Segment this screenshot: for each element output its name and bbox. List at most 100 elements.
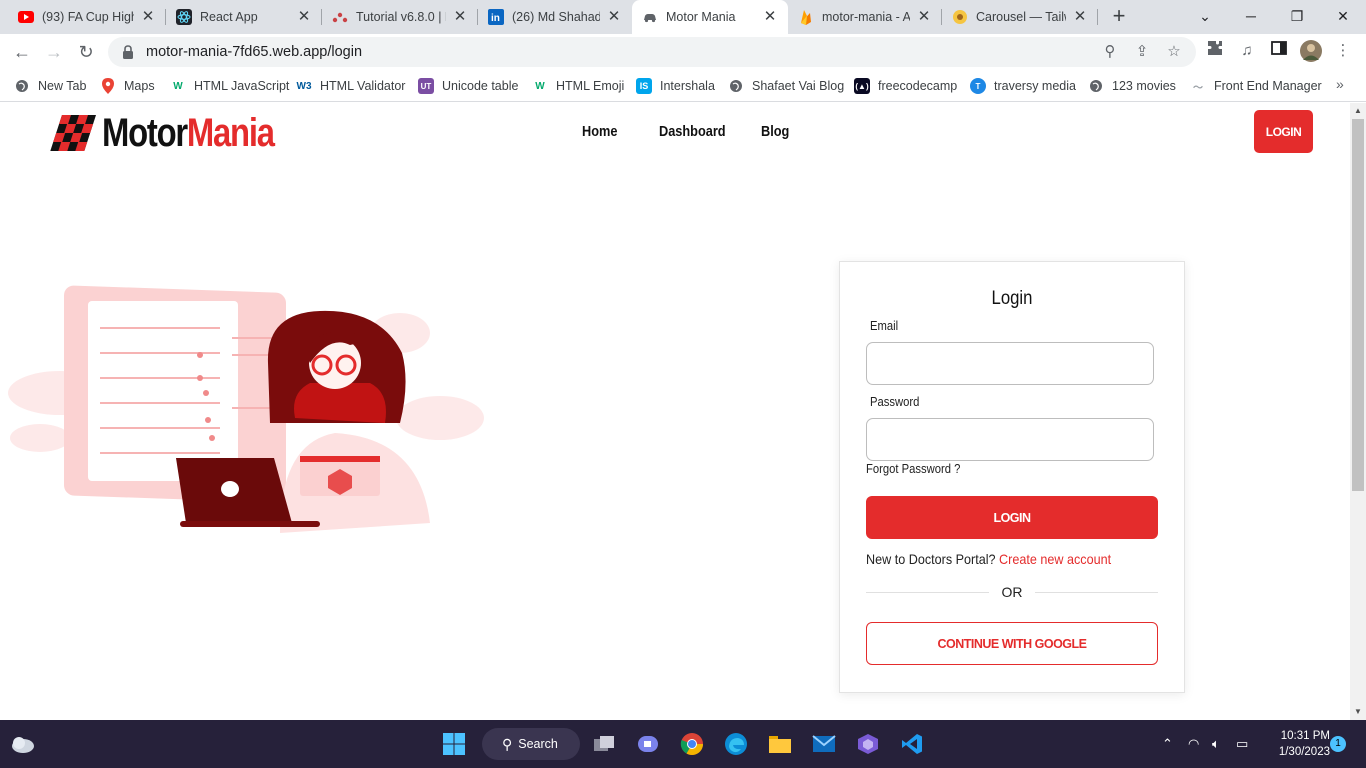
address-bar[interactable]: motor-mania-7fd65.web.app/login ⚲ ⇪ ☆ [108,37,1196,67]
extensions-icon[interactable] [1204,40,1226,62]
volume-icon[interactable]: 🔈︎ [1212,736,1220,752]
divider-line [1035,592,1158,593]
tab-title: (26) Md Shahada [512,10,600,24]
file-explorer-icon[interactable] [764,728,796,760]
globe-icon [728,78,744,94]
battery-icon[interactable]: ▭ [1236,736,1248,752]
svg-text:in: in [491,13,500,24]
notification-badge[interactable]: 1 [1330,736,1346,752]
tab-firebase[interactable]: motor-mania - A ✕ [788,0,942,34]
edge-icon[interactable] [720,728,752,760]
close-icon[interactable]: ✕ [140,9,156,25]
bookmark-item[interactable]: 〜 Front End Manager [1190,76,1322,96]
reload-icon[interactable]: ↻ [74,40,98,64]
tab-linkedin[interactable]: in (26) Md Shahada ✕ [478,0,632,34]
wifi-icon[interactable]: ◠ [1188,736,1199,752]
unicode-icon: UT [418,78,434,94]
new-tab-button[interactable]: + [1108,5,1130,28]
bookmark-item[interactable]: IS Intershala [636,76,715,96]
chrome-icon[interactable] [676,728,708,760]
bookmark-item[interactable]: Shafaet Vai Blog [728,76,844,96]
zoom-icon[interactable]: ⚲ [1100,42,1120,62]
internshala-icon: IS [636,78,652,94]
taskbar-search[interactable]: ⚲ Search [482,728,580,760]
nav-dashboard[interactable]: Dashboard [659,123,726,140]
scrollbar-thumb[interactable] [1352,119,1364,491]
create-account-link[interactable]: Create new account [999,551,1111,567]
mail-icon[interactable] [808,728,840,760]
login-illustration [8,285,484,533]
logo-text-mania: Mania [186,110,275,155]
close-icon[interactable]: ✕ [1072,9,1088,25]
site-logo[interactable]: MotorMania [50,111,311,155]
restore-button[interactable]: ❐ [1274,0,1320,34]
header-login-button[interactable]: LOGIN [1254,110,1313,153]
bookmark-item[interactable]: Maps [100,76,155,96]
bookmark-item[interactable]: Ttraversy media [970,76,1076,96]
freecodecamp-icon: (▲) [854,78,870,94]
share-icon[interactable]: ⇪ [1132,42,1152,62]
bookmarks-overflow-icon[interactable]: » [1336,76,1344,92]
taskbar-clock[interactable]: 10:31 PM 1/30/2023 [1264,728,1330,760]
email-label: Email [870,319,899,333]
tab-title: React App [200,10,258,24]
car-icon [642,9,658,25]
password-label: Password [870,395,920,409]
tab-motor-mania[interactable]: Motor Mania ✕ [632,0,788,34]
page-scrollbar[interactable]: ▲ ▼ [1350,103,1366,720]
close-icon[interactable]: ✕ [296,9,312,25]
nav-home[interactable]: Home [582,123,617,140]
menu-kebab-icon[interactable]: ⋮ [1332,40,1354,62]
nav-blog[interactable]: Blog [761,123,789,140]
scroll-up-icon[interactable]: ▲ [1354,106,1362,115]
weather-icon[interactable] [6,728,38,760]
bookmark-item[interactable]: (▲) freecodecamp [854,76,957,96]
media-control-icon[interactable]: ♫ [1236,40,1258,62]
bookmark-item[interactable]: W HTML Emoji [532,76,624,96]
continue-with-google-button[interactable]: CONTINUE WITH GOOGLE [866,622,1158,665]
bookmark-item[interactable]: 123 movies [1088,76,1176,96]
bookmark-item[interactable]: W HTML JavaScript [170,76,289,96]
fem-icon: 〜 [1193,82,1203,94]
tab-search-chevron-icon[interactable]: ⌄ [1182,0,1228,34]
browser-toolbar: ← → ↻ motor-mania-7fd65.web.app/login ⚲ … [0,34,1366,70]
scroll-down-icon[interactable]: ▼ [1354,707,1362,716]
minimize-button[interactable]: ─ [1228,0,1274,34]
tab-carousel[interactable]: Carousel — Tailw ✕ [942,0,1098,34]
bookmark-item[interactable]: W3 HTML Validator [296,76,406,96]
react-router-icon [332,9,348,25]
react-icon [176,9,192,25]
globe-icon [1088,78,1104,94]
profile-avatar[interactable] [1300,40,1322,62]
side-panel-icon[interactable] [1268,40,1290,62]
tab-strip: (93) FA Cup High ✕ React App ✕ Tutorial … [0,0,1366,34]
password-field[interactable] [866,418,1154,461]
back-arrow-icon[interactable]: ← [10,40,34,64]
visual-studio-icon[interactable] [852,728,884,760]
windows-start-icon[interactable] [438,728,470,760]
bookmark-star-icon[interactable]: ☆ [1164,42,1184,62]
tab-react-app[interactable]: React App ✕ [166,0,322,34]
teams-chat-icon[interactable] [632,728,664,760]
close-icon[interactable]: ✕ [762,9,778,25]
email-field[interactable] [866,342,1154,385]
close-icon[interactable]: ✕ [606,9,622,25]
bookmarks-bar: New Tab Maps W HTML JavaScript W3 HTML Val… [0,70,1366,102]
tab-title: Tutorial v6.8.0 | R [356,10,446,24]
or-divider: OR [866,582,1158,602]
task-view-icon[interactable] [588,728,620,760]
close-window-button[interactable]: ✕ [1320,0,1366,34]
bookmark-item[interactable]: UT Unicode table [418,76,518,96]
forgot-password-link[interactable]: Forgot Password ? [866,462,960,476]
close-icon[interactable]: ✕ [916,9,932,25]
vscode-icon[interactable] [896,728,928,760]
tab-react-router[interactable]: Tutorial v6.8.0 | R ✕ [322,0,478,34]
forward-arrow-icon[interactable]: → [42,40,66,64]
tray-chevron-icon[interactable]: ⌃ [1162,736,1173,752]
close-icon[interactable]: ✕ [452,9,468,25]
w3c-icon: W3 [296,80,312,92]
bookmark-item[interactable]: New Tab [14,76,86,96]
globe-icon [14,78,30,94]
tab-youtube[interactable]: (93) FA Cup High ✕ [8,0,166,34]
login-submit-button[interactable]: LOGIN [866,496,1158,539]
